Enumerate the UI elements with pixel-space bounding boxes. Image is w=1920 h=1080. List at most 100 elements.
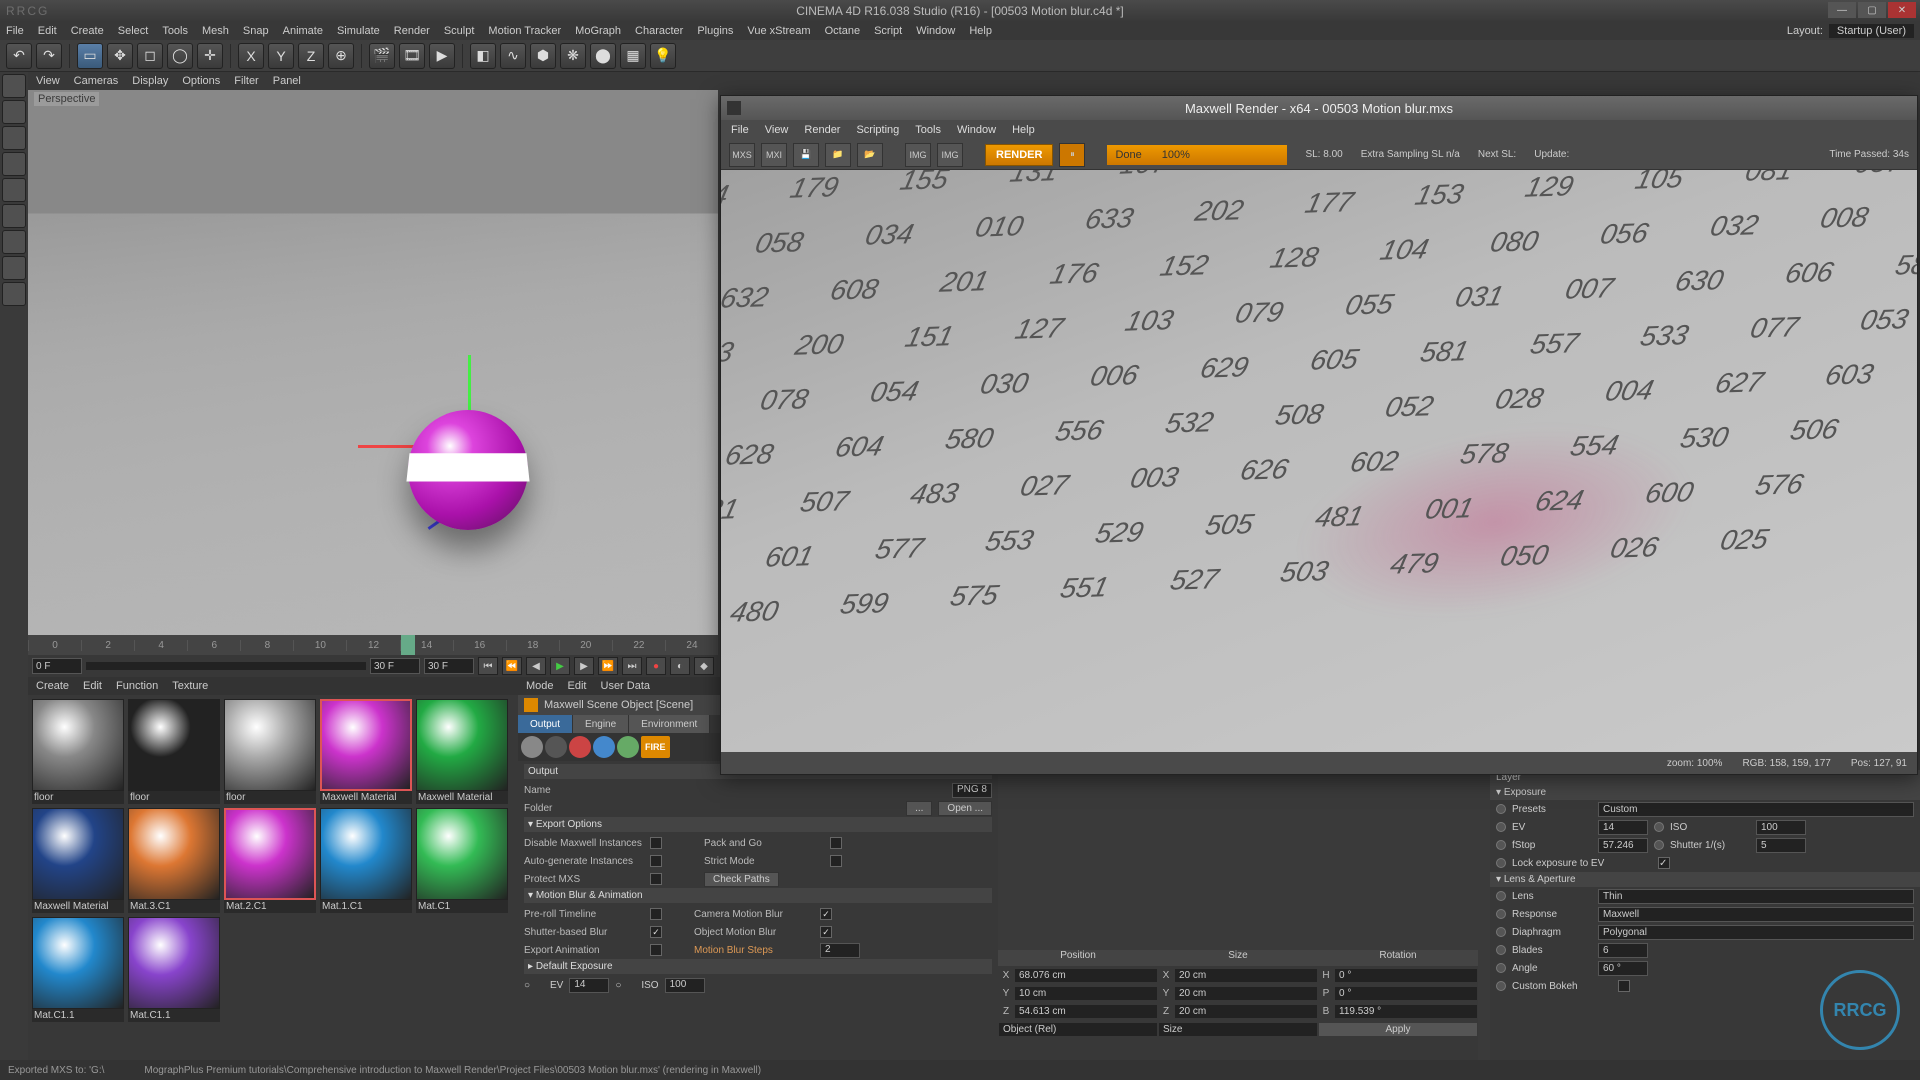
- attr-menu-userdata[interactable]: User Data: [601, 680, 651, 692]
- disable-instances-check[interactable]: [650, 837, 662, 849]
- material-item[interactable]: Mat.C1.1: [32, 917, 124, 1022]
- timeline-track[interactable]: [86, 662, 366, 670]
- model-mode-icon[interactable]: [2, 74, 26, 98]
- img2-icon[interactable]: IMG: [937, 143, 963, 167]
- exportanim-check[interactable]: [650, 944, 662, 956]
- menu-window[interactable]: Window: [916, 25, 955, 37]
- size-mode-select[interactable]: Size: [1159, 1023, 1317, 1036]
- max-menu-view[interactable]: View: [765, 124, 789, 136]
- presets-select[interactable]: Custom: [1598, 802, 1914, 817]
- maxwell-render-view[interactable]: 2041791551311070830590352031781541301060…: [721, 170, 1917, 752]
- pack-go-check[interactable]: [830, 837, 842, 849]
- workplane-icon[interactable]: [2, 282, 26, 306]
- add-tool-icon[interactable]: ✛: [197, 43, 223, 69]
- preset-ball-5-icon[interactable]: [617, 736, 639, 758]
- snap-icon[interactable]: [2, 256, 26, 280]
- menu-mograph[interactable]: MoGraph: [575, 25, 621, 37]
- max-menu-render[interactable]: Render: [804, 124, 840, 136]
- redo-icon[interactable]: ↷: [36, 43, 62, 69]
- fire-button[interactable]: FIRE: [641, 736, 670, 758]
- minimize-button[interactable]: —: [1828, 2, 1856, 18]
- pos-z[interactable]: 54.613 cm: [1015, 1005, 1157, 1018]
- exposure-header[interactable]: ▾ Exposure: [1490, 785, 1920, 800]
- close-button[interactable]: ✕: [1888, 2, 1916, 18]
- goto-start-icon[interactable]: ⏮: [478, 657, 498, 675]
- save-all-icon[interactable]: 📂: [857, 143, 883, 167]
- keyframe-icon[interactable]: ◆: [694, 657, 714, 675]
- frame-start-field[interactable]: [32, 658, 82, 674]
- goto-end-icon[interactable]: ⏭: [622, 657, 642, 675]
- menu-edit[interactable]: Edit: [38, 25, 57, 37]
- attr-menu-edit[interactable]: Edit: [568, 680, 587, 692]
- environment-icon[interactable]: ⬤: [590, 43, 616, 69]
- render-pause-icon[interactable]: ⏸: [1059, 143, 1085, 167]
- menu-create[interactable]: Create: [71, 25, 104, 37]
- shutter-value[interactable]: 5: [1756, 838, 1806, 853]
- sphere-object[interactable]: [408, 410, 528, 530]
- vp-menu-display[interactable]: Display: [132, 75, 168, 87]
- timeline-ruler[interactable]: 0 2 4 6 8 10 12 14 16 18 20 22 24: [28, 635, 718, 655]
- lens-header[interactable]: ▾ Lens & Aperture: [1490, 872, 1920, 887]
- move-tool-icon[interactable]: ✥: [107, 43, 133, 69]
- open-mxi-icon[interactable]: MXI: [761, 143, 787, 167]
- maximize-button[interactable]: ▢: [1858, 2, 1886, 18]
- rotate-tool-icon[interactable]: ◯: [167, 43, 193, 69]
- material-item[interactable]: Mat.C1: [416, 808, 508, 913]
- deformer-icon[interactable]: ❋: [560, 43, 586, 69]
- mat-menu-edit[interactable]: Edit: [83, 680, 102, 692]
- diaphragm-select[interactable]: Polygonal: [1598, 925, 1914, 940]
- autogen-check[interactable]: [650, 855, 662, 867]
- iso-field[interactable]: 100: [665, 978, 705, 993]
- record-icon[interactable]: ●: [646, 657, 666, 675]
- timeline-playhead[interactable]: [401, 635, 415, 655]
- name-format-select[interactable]: PNG 8: [952, 783, 992, 798]
- menu-simulate[interactable]: Simulate: [337, 25, 380, 37]
- mat-menu-texture[interactable]: Texture: [172, 680, 208, 692]
- material-item[interactable]: Maxwell Material: [416, 699, 508, 804]
- bokeh-check[interactable]: [1618, 980, 1630, 992]
- z-axis-icon[interactable]: Z: [298, 43, 324, 69]
- save-img-icon[interactable]: 📁: [825, 143, 851, 167]
- coord-mode-select[interactable]: Object (Rel): [999, 1023, 1157, 1036]
- menu-vuexstream[interactable]: Vue xStream: [747, 25, 810, 37]
- perspective-viewport[interactable]: Perspective: [28, 90, 718, 635]
- shutterblur-check[interactable]: [650, 926, 662, 938]
- preset-ball-1-icon[interactable]: [521, 736, 543, 758]
- angle-value[interactable]: 60 °: [1598, 961, 1648, 976]
- menu-select[interactable]: Select: [118, 25, 149, 37]
- cube-primitive-icon[interactable]: ◧: [470, 43, 496, 69]
- menu-help[interactable]: Help: [969, 25, 992, 37]
- tab-engine[interactable]: Engine: [573, 715, 629, 733]
- vp-menu-filter[interactable]: Filter: [234, 75, 258, 87]
- ev-value[interactable]: 14: [1598, 820, 1648, 835]
- material-item[interactable]: Mat.2.C1: [224, 808, 316, 913]
- size-x[interactable]: 20 cm: [1175, 969, 1317, 982]
- prev-frame-icon[interactable]: ◀: [526, 657, 546, 675]
- rot-p[interactable]: 0 °: [1335, 987, 1477, 1000]
- edge-mode-icon[interactable]: [2, 178, 26, 202]
- render-icon[interactable]: 🎬: [369, 43, 395, 69]
- menu-sculpt[interactable]: Sculpt: [444, 25, 475, 37]
- material-item[interactable]: Maxwell Material: [320, 699, 412, 804]
- max-menu-file[interactable]: File: [731, 124, 749, 136]
- material-item[interactable]: Mat.C1.1: [128, 917, 220, 1022]
- tab-environment[interactable]: Environment: [629, 715, 710, 733]
- tab-output[interactable]: Output: [518, 715, 573, 733]
- blursteps-field[interactable]: 2: [820, 943, 860, 958]
- render-settings-icon[interactable]: 🎞: [399, 43, 425, 69]
- lockexp-check[interactable]: ✓: [1658, 857, 1670, 869]
- objblur-check[interactable]: [820, 926, 832, 938]
- prev-key-icon[interactable]: ⏪: [502, 657, 522, 675]
- img-icon[interactable]: IMG: [905, 143, 931, 167]
- section-motionblur[interactable]: ▾ Motion Blur & Animation: [524, 888, 992, 903]
- anim-dot-icon[interactable]: [1496, 804, 1506, 814]
- size-z[interactable]: 20 cm: [1175, 1005, 1317, 1018]
- response-select[interactable]: Maxwell: [1598, 907, 1914, 922]
- rot-h[interactable]: 0 °: [1335, 969, 1477, 982]
- menu-character[interactable]: Character: [635, 25, 683, 37]
- max-menu-scripting[interactable]: Scripting: [856, 124, 899, 136]
- vp-menu-view[interactable]: View: [36, 75, 60, 87]
- save-icon[interactable]: 💾: [793, 143, 819, 167]
- apply-button[interactable]: Apply: [1319, 1023, 1477, 1036]
- render-region-icon[interactable]: ▶: [429, 43, 455, 69]
